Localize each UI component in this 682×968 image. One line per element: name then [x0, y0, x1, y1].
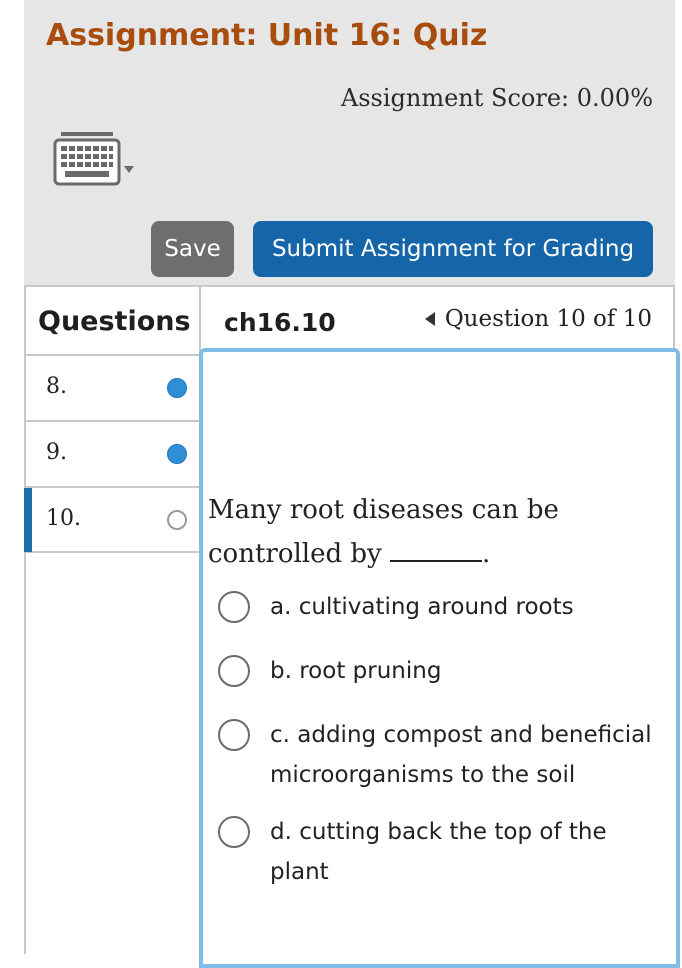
question-position: Question 10 of 10	[444, 306, 652, 332]
radio-button[interactable]	[218, 591, 250, 623]
radio-button[interactable]	[218, 655, 250, 687]
answered-status-icon	[167, 444, 187, 464]
answer-option-b[interactable]: b. root pruning	[218, 651, 668, 691]
questions-heading: Questions	[38, 306, 191, 337]
assignment-header: Assignment: Unit 16: Quiz Assignment Sco…	[24, 0, 675, 285]
question-navigation: Question 10 of 10	[424, 306, 652, 332]
question-number: 9.	[46, 440, 67, 465]
unanswered-status-icon	[167, 510, 187, 530]
question-stem: Many root diseases can be controlled by	[208, 495, 559, 569]
option-label: c. adding compost and beneficial microor…	[270, 722, 652, 788]
option-label: b. root pruning	[270, 658, 442, 684]
question-number: 10.	[46, 506, 81, 531]
assignment-score: Assignment Score: 0.00%	[340, 84, 653, 112]
answer-option-c[interactable]: c. adding compost and beneficial microor…	[218, 715, 668, 795]
answer-option-a[interactable]: a. cultivating around roots	[218, 587, 668, 627]
question-id: ch16.10	[224, 308, 336, 337]
submit-assignment-button[interactable]: Submit Assignment for Grading	[253, 221, 653, 277]
answered-status-icon	[167, 378, 187, 398]
keyboard-icon[interactable]	[52, 128, 138, 188]
question-list-item-10[interactable]: 10.	[24, 488, 200, 552]
question-list-item-8[interactable]: 8.	[24, 356, 200, 420]
question-text: Many root diseases can be controlled by …	[208, 488, 658, 576]
answer-blank	[390, 538, 483, 562]
radio-button[interactable]	[218, 816, 250, 848]
right-border	[673, 285, 675, 350]
answer-option-d[interactable]: d. cutting back the top of the plant	[218, 812, 668, 892]
previous-question-icon[interactable]	[424, 312, 435, 326]
question-list-item-9[interactable]: 9.	[24, 422, 200, 486]
option-label: d. cutting back the top of the plant	[270, 819, 607, 885]
question-end: .	[482, 539, 491, 569]
question-number: 8.	[46, 374, 67, 399]
option-label: a. cultivating around roots	[270, 594, 574, 620]
panel-top-border	[24, 285, 675, 287]
save-button[interactable]: Save	[151, 221, 234, 277]
radio-button[interactable]	[218, 719, 250, 751]
assignment-title: Assignment: Unit 16: Quiz	[46, 18, 488, 53]
